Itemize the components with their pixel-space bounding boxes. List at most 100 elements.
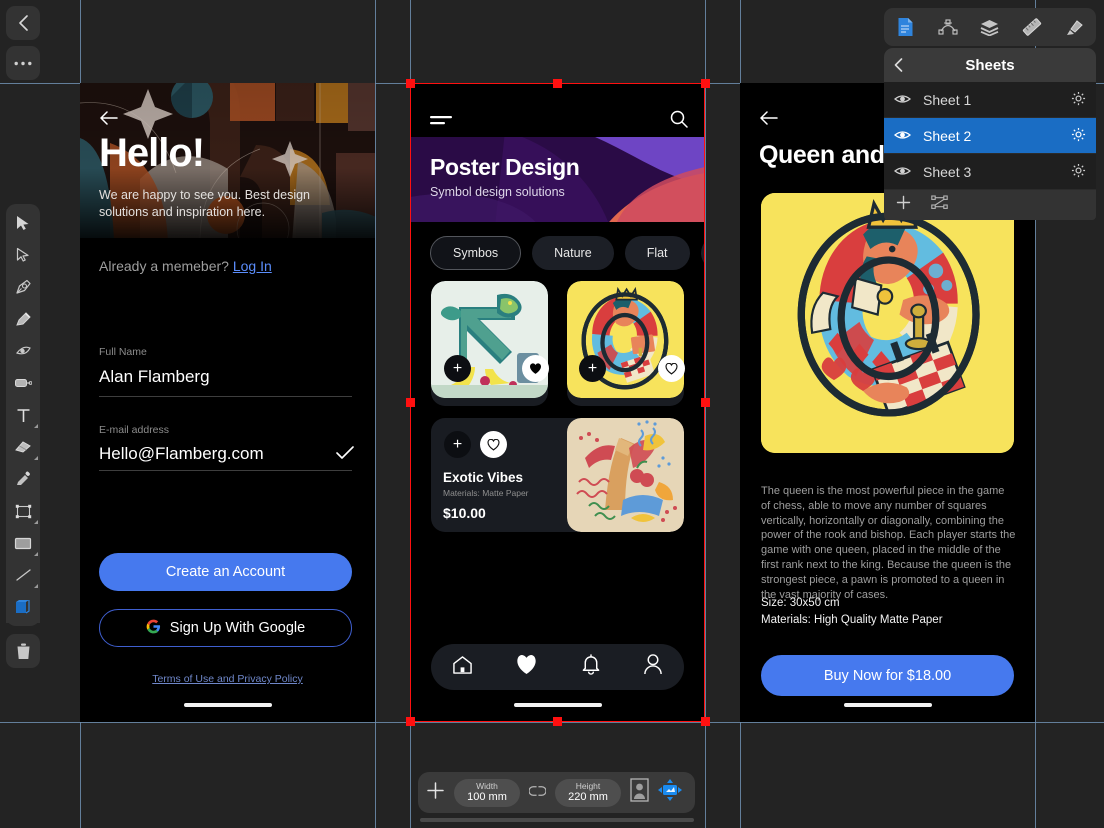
document-size-toolbar[interactable]: Width 100 mm Height 220 mm	[418, 772, 695, 813]
crop-frame-icon[interactable]	[6, 495, 40, 527]
brush-icon[interactable]	[1058, 12, 1092, 42]
portrait-frame-icon[interactable]	[630, 778, 649, 807]
sheets-panel-title: Sheets	[965, 56, 1015, 74]
sheet-row[interactable]: Sheet 1	[884, 82, 1096, 118]
node-graph-icon[interactable]	[931, 195, 949, 215]
left-top-toolbar[interactable]	[6, 6, 40, 40]
add-to-cart-button[interactable]: +	[444, 431, 471, 458]
sheet-row[interactable]: Sheet 2	[884, 118, 1096, 154]
selection-handle-tc[interactable]	[553, 79, 562, 88]
favorite-button[interactable]	[658, 355, 685, 382]
submenu-indicator	[34, 424, 38, 428]
catalog-banner: Poster Design Symbol design solutions	[410, 137, 705, 222]
sheets-panel-footer[interactable]	[884, 190, 1096, 220]
add-to-cart-button[interactable]: +	[444, 355, 471, 382]
tools-palette[interactable]	[6, 204, 40, 626]
canvas-scrollbar[interactable]	[420, 818, 694, 822]
selection-handle-br[interactable]	[701, 717, 710, 726]
product-card-zombie[interactable]: Zombie Materials: Matte Paper $18.00	[431, 281, 548, 406]
banner-subtitle: Symbol design solutions	[430, 185, 565, 199]
trash-icon[interactable]	[6, 634, 40, 668]
favorite-button[interactable]	[480, 431, 507, 458]
selection-handle-tl[interactable]	[406, 79, 415, 88]
layers-stack-icon[interactable]	[973, 12, 1007, 42]
sheet-row[interactable]: Sheet 3	[884, 154, 1096, 190]
eyedropper-icon[interactable]	[6, 463, 40, 495]
chip-partial[interactable]: F	[700, 236, 705, 270]
document-icon[interactable]	[888, 12, 922, 42]
search-icon[interactable]	[670, 110, 688, 133]
artboard-icon[interactable]	[6, 591, 40, 623]
plus-icon[interactable]	[896, 195, 911, 215]
sheets-panel[interactable]: Sheets Sheet 1 Sheet 2 Sheet 3	[884, 48, 1096, 220]
chip-symbos[interactable]: Symbos	[430, 236, 522, 270]
ruler-icon[interactable]	[1015, 12, 1049, 42]
selection-handle-ml[interactable]	[406, 398, 415, 407]
artboard-signup[interactable]: Hello! We are happy to see you. Best des…	[80, 83, 375, 722]
google-signup-button[interactable]: Sign Up With Google	[99, 609, 352, 647]
gear-icon[interactable]	[1071, 163, 1086, 181]
selection-handle-tr[interactable]	[701, 79, 710, 88]
back-button[interactable]	[760, 111, 778, 130]
gear-icon[interactable]	[1071, 91, 1086, 109]
resize-image-icon[interactable]	[658, 779, 682, 806]
height-field[interactable]: Height 220 mm	[555, 778, 621, 807]
product-card-queen[interactable]: Queen and Chess Materials: Matte Paper $…	[567, 281, 684, 406]
email-valid-check-icon	[336, 445, 354, 466]
line-icon[interactable]	[6, 559, 40, 591]
product-card-exotic[interactable]: Exotic Vibes Materials: Matte Paper $10.…	[431, 418, 684, 532]
cursor-arrow-icon[interactable]	[6, 207, 40, 239]
height-label: Height	[575, 781, 601, 791]
hamburger-icon[interactable]	[430, 113, 452, 131]
chip-nature[interactable]: Nature	[532, 236, 614, 270]
width-field[interactable]: Width 100 mm	[454, 778, 520, 807]
pencil-icon[interactable]	[6, 303, 40, 335]
add-to-cart-button[interactable]: +	[579, 355, 606, 382]
pen-nib-icon[interactable]	[6, 271, 40, 303]
eye-icon[interactable]	[893, 128, 912, 144]
add-sheet-button[interactable]	[426, 781, 445, 805]
category-chip-list[interactable]: Symbos Nature Flat F	[410, 236, 705, 272]
already-member-label: Already a memeber?	[99, 258, 233, 274]
paint-brush-icon[interactable]	[6, 335, 40, 367]
selection-handle-bl[interactable]	[406, 717, 415, 726]
favorite-button[interactable]	[522, 355, 549, 382]
submenu-indicator	[34, 456, 38, 460]
more-options-button[interactable]	[6, 46, 40, 80]
chip-flat[interactable]: Flat	[624, 236, 690, 270]
home-icon[interactable]	[452, 655, 473, 680]
right-panel-tabs[interactable]	[884, 8, 1096, 46]
terms-link[interactable]: Terms of Use and Privacy Policy	[80, 673, 375, 685]
back-button[interactable]	[100, 111, 118, 130]
rectangle-icon[interactable]	[6, 527, 40, 559]
email-value[interactable]: Hello@Flamberg.com	[99, 444, 264, 464]
panel-back-button[interactable]	[894, 48, 903, 82]
back-button[interactable]	[6, 6, 40, 40]
person-icon[interactable]	[643, 654, 663, 680]
bottom-navigation[interactable]	[431, 644, 684, 690]
page-subtitle: We are happy to see you. Best design sol…	[99, 188, 311, 219]
full-name-underline	[99, 396, 352, 397]
full-name-value[interactable]: Alan Flamberg	[99, 367, 210, 387]
chain-link-icon[interactable]	[528, 784, 547, 802]
selection-handle-bc[interactable]	[553, 717, 562, 726]
create-account-button[interactable]: Create an Account	[99, 553, 352, 591]
bell-icon[interactable]	[581, 654, 601, 680]
bezier-curve-icon[interactable]	[931, 12, 965, 42]
product-thumbnail	[567, 418, 684, 532]
eraser-icon[interactable]	[6, 431, 40, 463]
login-link[interactable]: Log In	[233, 258, 272, 274]
node-arrow-icon[interactable]	[6, 239, 40, 271]
sheet-label: Sheet 1	[923, 91, 972, 108]
product-size: Size: 30x50 cm	[761, 597, 840, 609]
home-indicator	[513, 703, 602, 707]
artboard-catalog[interactable]: Poster Design Symbol design solutions Sy…	[410, 83, 705, 722]
selection-handle-mr[interactable]	[701, 398, 710, 407]
text-t-icon[interactable]	[6, 399, 40, 431]
fill-roller-icon[interactable]	[6, 367, 40, 399]
gear-icon[interactable]	[1071, 127, 1086, 145]
eye-icon[interactable]	[893, 164, 912, 180]
heart-filled-icon[interactable]	[515, 654, 538, 680]
eye-icon[interactable]	[893, 92, 912, 108]
buy-now-button[interactable]: Buy Now for $18.00	[761, 655, 1014, 696]
